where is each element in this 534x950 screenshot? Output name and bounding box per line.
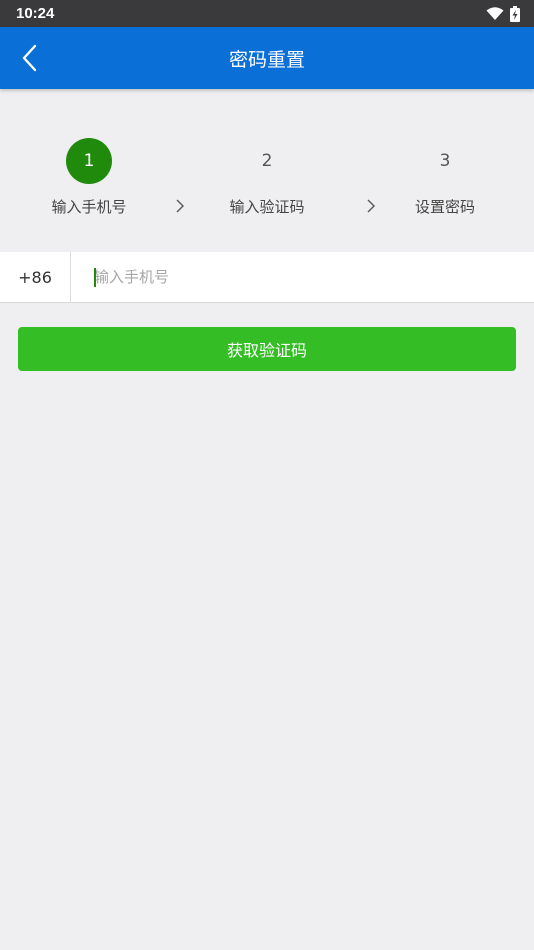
step-2-number: 2 [261,151,273,171]
get-verification-code-button[interactable]: 获取验证码 [18,327,516,371]
phone-input-row: +86 [0,252,534,303]
status-icons [486,5,520,22]
app-bar: 密码重置 [0,27,534,89]
status-time: 10:24 [16,5,55,22]
status-bar: 10:24 [0,0,534,27]
step-3-number: 3 [439,151,451,171]
text-cursor [94,268,96,287]
wifi-icon [486,6,504,20]
step-1-number: 1 [66,138,112,184]
step-3-label: 设置密码 [414,198,475,216]
step-indicator: 1 输入手机号 2 输入验证码 3 设置密码 [0,90,534,250]
step-1: 1 输入手机号 [0,90,178,250]
step-2: 2 输入验证码 [178,90,356,250]
country-code-selector[interactable]: +86 [0,252,71,303]
battery-charging-icon [510,5,520,22]
page-title: 密码重置 [228,48,305,71]
step-3: 3 设置密码 [356,90,534,250]
phone-input[interactable] [94,260,514,294]
chevron-right-icon [176,199,184,213]
chevron-right-icon [367,199,375,213]
step-2-label: 输入验证码 [229,198,305,216]
step-1-label: 输入手机号 [51,198,127,216]
